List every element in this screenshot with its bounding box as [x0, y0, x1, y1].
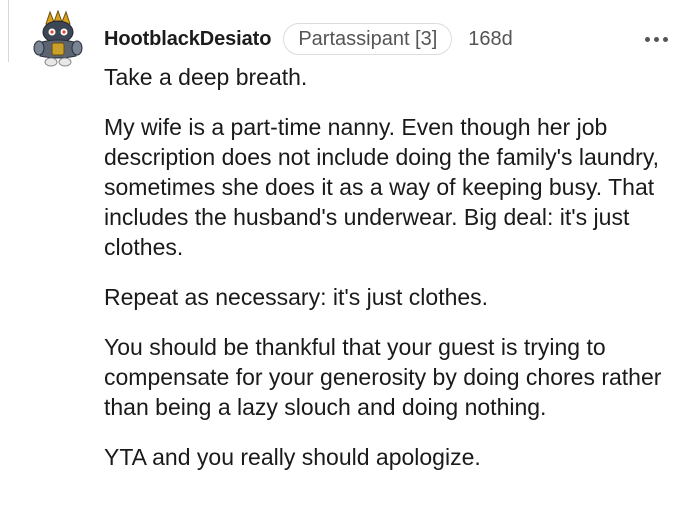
- dot: [644, 36, 650, 42]
- dot: [653, 36, 659, 42]
- comment-header: HootblackDesiato Partassipant [3] 168d: [104, 20, 513, 58]
- thread-line: [8, 0, 9, 62]
- author-avatar[interactable]: [32, 9, 84, 68]
- comment-paragraph: Repeat as necessary: it's just clothes.: [104, 284, 489, 310]
- comment-paragraph: YTA and you really should apologize.: [104, 444, 481, 470]
- comment-paragraph: Take a deep breath.: [104, 64, 308, 90]
- snoo-avatar-icon: [33, 9, 83, 67]
- more-options-icon[interactable]: [638, 29, 674, 49]
- user-flair-badge: Partassipant [3]: [283, 23, 453, 55]
- comment-body: Take a deep breath. My wife is a part-ti…: [104, 62, 694, 472]
- comment-paragraph: You should be thankful that your guest i…: [104, 334, 662, 420]
- comment-age: 168d: [468, 27, 513, 50]
- dot: [662, 36, 668, 42]
- comment-paragraph: My wife is a part-time nanny. Even thoug…: [104, 114, 660, 260]
- author-username[interactable]: HootblackDesiato: [104, 28, 271, 51]
